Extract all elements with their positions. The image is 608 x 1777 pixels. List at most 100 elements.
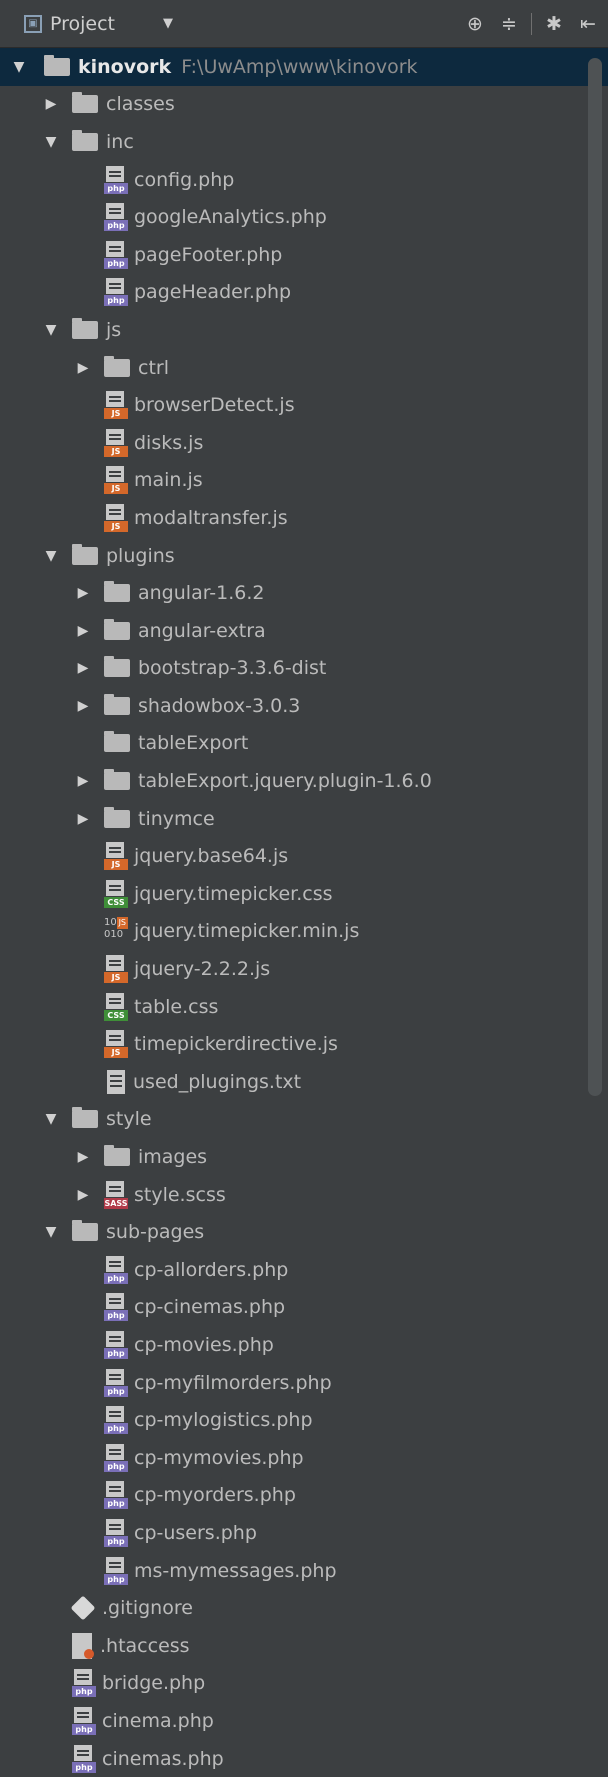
tree-file[interactable]: JS jquery-2.2.2.js xyxy=(0,950,608,988)
chevron-right-icon[interactable]: ▶ xyxy=(72,360,94,376)
tree-item-label: cinema.php xyxy=(102,1709,214,1732)
tree-file[interactable]: CSS table.css xyxy=(0,988,608,1026)
tree-folder[interactable]: ▼ sub-pages xyxy=(0,1213,608,1251)
chevron-down-icon[interactable]: ▼ xyxy=(40,1111,62,1127)
chevron-right-icon[interactable]: ▶ xyxy=(72,773,94,789)
tree-folder[interactable]: ▼ inc xyxy=(0,123,608,161)
chevron-right-icon[interactable]: ▶ xyxy=(72,1187,94,1203)
chevron-down-icon[interactable]: ▼ xyxy=(40,1224,62,1240)
tree-file[interactable]: php cp-users.php xyxy=(0,1514,608,1552)
tree-folder[interactable]: ▶ classes xyxy=(0,86,608,124)
tree-folder[interactable]: ▶ ctrl xyxy=(0,349,608,387)
collapse-icon[interactable]: ≑ xyxy=(497,13,521,35)
tree-file[interactable]: php cp-myfilmorders.php xyxy=(0,1364,608,1402)
tree-root[interactable]: ▼ kinovork F:\UwAmp\www\kinovork xyxy=(0,48,608,86)
tree-folder[interactable]: ▼ style xyxy=(0,1101,608,1139)
chevron-right-icon[interactable]: ▶ xyxy=(72,1149,94,1165)
file-type-tag: php xyxy=(104,1385,128,1397)
file-page-shape xyxy=(106,1368,124,1385)
file-page-shape xyxy=(106,1180,124,1197)
chevron-down-icon[interactable]: ▼ xyxy=(40,134,62,150)
minified-js-icon: 10 010 JS xyxy=(104,917,128,941)
tree-folder[interactable]: ▶ bootstrap-3.3.6-dist xyxy=(0,650,608,688)
file-page-shape xyxy=(106,391,124,408)
tree-file[interactable]: php cp-cinemas.php xyxy=(0,1289,608,1327)
file-page-shape xyxy=(106,842,124,859)
file-page-shape xyxy=(106,1556,124,1573)
tree-file[interactable]: ▶ SASS style.scss xyxy=(0,1176,608,1214)
chevron-right-icon[interactable]: ▶ xyxy=(72,585,94,601)
tree-file[interactable]: JS browserDetect.js xyxy=(0,386,608,424)
tree-file[interactable]: JS modaltransfer.js xyxy=(0,499,608,537)
chevron-right-icon[interactable]: ▶ xyxy=(40,96,62,112)
tree-file[interactable]: JS main.js xyxy=(0,462,608,500)
chevron-down-icon[interactable]: ▼ xyxy=(40,548,62,564)
tree-folder[interactable]: ▶ tableExport.jquery.plugin-1.6.0 xyxy=(0,762,608,800)
file-page-shape xyxy=(74,1744,92,1761)
chevron-right-icon[interactable]: ▶ xyxy=(72,698,94,714)
tree-folder[interactable]: ▶ angular-1.6.2 xyxy=(0,574,608,612)
file-type-tag: php xyxy=(104,1347,128,1359)
tree-file[interactable]: php ms-mymessages.php xyxy=(0,1552,608,1590)
file-page-shape xyxy=(106,428,124,445)
php-file-icon: php xyxy=(104,1330,128,1359)
tree-item-label: style.scss xyxy=(134,1183,226,1206)
tree-file[interactable]: php bridge.php xyxy=(0,1665,608,1703)
tree-file[interactable]: JS jquery.base64.js xyxy=(0,837,608,875)
chevron-right-icon[interactable]: ▶ xyxy=(72,623,94,639)
folder-icon xyxy=(104,581,130,603)
tree-file[interactable]: php cp-allorders.php xyxy=(0,1251,608,1289)
crosshair-icon[interactable]: ⊕ xyxy=(463,13,487,35)
tree-folder[interactable]: ▼ plugins xyxy=(0,537,608,575)
folder-icon xyxy=(104,769,130,791)
tree-item-label: modaltransfer.js xyxy=(134,506,288,529)
tree-folder[interactable]: ▶ shadowbox-3.0.3 xyxy=(0,687,608,725)
tree-folder[interactable]: ▶ angular-extra xyxy=(0,612,608,650)
tree-file[interactable]: php cp-movies.php xyxy=(0,1326,608,1364)
tree-folder[interactable]: ▶ images xyxy=(0,1138,608,1176)
file-type-tag: JS xyxy=(104,445,128,457)
hide-icon[interactable]: ⇤ xyxy=(576,13,600,35)
tree-item-label: images xyxy=(138,1146,208,1169)
chevron-right-icon[interactable]: ▶ xyxy=(72,660,94,676)
tree-file[interactable]: php config.php xyxy=(0,161,608,199)
file-page-shape xyxy=(106,955,124,972)
vertical-scrollbar[interactable] xyxy=(588,58,602,1096)
tree-file[interactable]: php cinemas.php xyxy=(0,1740,608,1777)
tree-file[interactable]: .htaccess xyxy=(0,1627,608,1665)
file-type-tag: php xyxy=(104,1423,128,1435)
folder-icon xyxy=(72,543,98,565)
tree-file[interactable]: CSS jquery.timepicker.css xyxy=(0,875,608,913)
tree-file[interactable]: .gitignore xyxy=(0,1589,608,1627)
tree-file[interactable]: php googleAnalytics.php xyxy=(0,198,608,236)
tree-file[interactable]: php cp-mylogistics.php xyxy=(0,1401,608,1439)
file-page-shape xyxy=(106,165,124,182)
tree-folder[interactable]: ▶ tinymce xyxy=(0,800,608,838)
tree-file[interactable]: JS disks.js xyxy=(0,424,608,462)
project-view-selector[interactable]: ▣ Project ▼ xyxy=(24,13,173,35)
tree-item-label: js xyxy=(106,318,122,341)
tree-item-label: main.js xyxy=(134,469,203,492)
tree-file[interactable]: JS timepickerdirective.js xyxy=(0,1025,608,1063)
tree-item-label: cp-mylogistics.php xyxy=(134,1409,313,1432)
chevron-down-icon[interactable]: ▼ xyxy=(163,16,173,31)
gear-icon[interactable]: ✱ xyxy=(542,13,566,35)
chevron-down-icon[interactable]: ▼ xyxy=(40,322,62,338)
tree-file[interactable]: php pageFooter.php xyxy=(0,236,608,274)
folder-icon xyxy=(104,355,130,377)
tree-file[interactable]: php cp-mymovies.php xyxy=(0,1439,608,1477)
folder-icon xyxy=(104,1145,130,1167)
tree-file[interactable]: 10 010 JS jquery.timepicker.min.js xyxy=(0,913,608,951)
tree-item-label: jquery.base64.js xyxy=(134,845,289,868)
css-file-icon: CSS xyxy=(104,992,128,1021)
tree-folder[interactable]: tableExport xyxy=(0,725,608,763)
tree-file[interactable]: php cinema.php xyxy=(0,1702,608,1740)
folder-icon xyxy=(72,129,98,151)
tree-file[interactable]: php cp-myorders.php xyxy=(0,1477,608,1515)
tree-folder[interactable]: ▼ js xyxy=(0,311,608,349)
tree-file[interactable]: php pageHeader.php xyxy=(0,274,608,312)
chevron-right-icon[interactable]: ▶ xyxy=(72,811,94,827)
chevron-down-icon[interactable]: ▼ xyxy=(8,59,30,75)
tree-item-label: tableExport.jquery.plugin-1.6.0 xyxy=(138,770,432,793)
tree-file[interactable]: used_plugings.txt xyxy=(0,1063,608,1101)
